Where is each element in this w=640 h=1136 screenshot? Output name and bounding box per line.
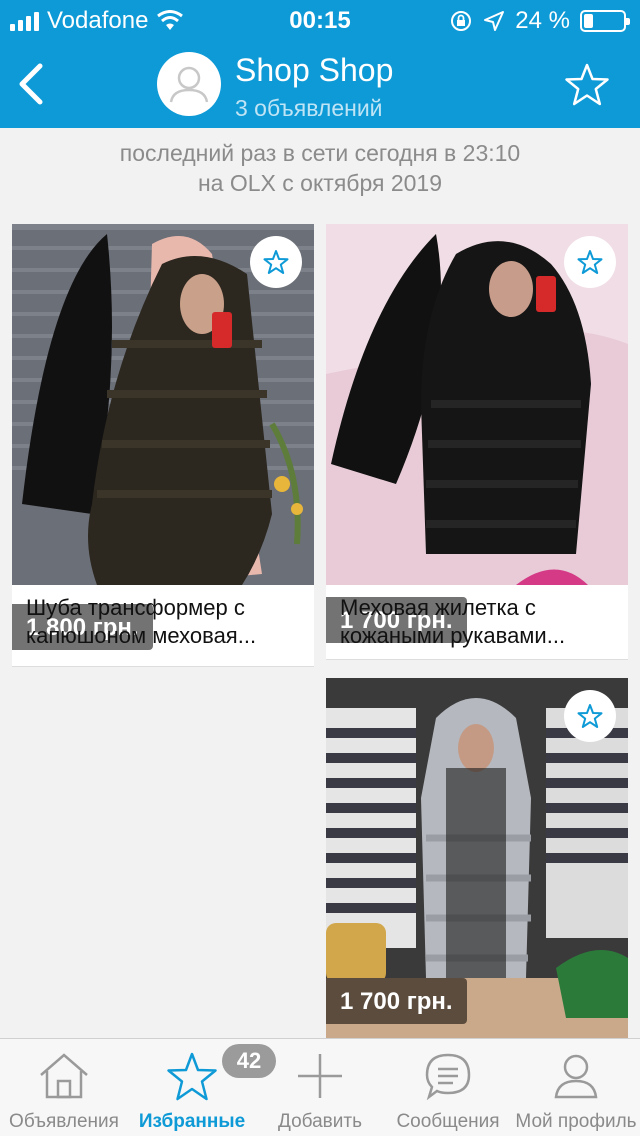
tab-profile[interactable]: Мой профиль — [512, 1039, 640, 1136]
listing-title[interactable]: Меховая жилетка с кожаными рукавами... — [340, 594, 618, 650]
favorite-seller-button[interactable] — [564, 62, 610, 108]
tab-label: Избранные — [138, 1111, 246, 1132]
battery-percent: 24 % — [515, 7, 570, 34]
tab-label: Сообщения — [396, 1111, 500, 1132]
ads-count: 3 объявлений — [235, 95, 383, 121]
house-icon — [40, 1053, 88, 1099]
favorites-count-badge: 42 — [222, 1044, 276, 1078]
tab-label: Добавить — [278, 1111, 362, 1132]
person-placeholder-icon — [169, 66, 209, 103]
person-icon — [554, 1054, 598, 1099]
tab-messages[interactable]: Сообщения — [384, 1039, 512, 1136]
listing-card[interactable]: 1 700 грн. Меховая жилетка с кожаными ру… — [326, 224, 628, 660]
header: Shop Shop 3 объявлений — [0, 40, 640, 128]
star-icon — [577, 704, 603, 728]
listing-price: 1 700 грн. — [326, 978, 467, 1024]
chat-icon — [425, 1053, 471, 1101]
star-icon — [263, 250, 289, 274]
member-since-line: на OLX с октября 2019 — [197, 170, 442, 196]
tab-bar: Объявления Избранные Добавить Сообщения … — [0, 1038, 640, 1136]
add-to-favorites-button[interactable] — [564, 690, 616, 742]
status-bar: Vodafone 00:15 24 % — [0, 0, 640, 40]
listing-title-line: капюшоном меховая... — [26, 623, 257, 648]
tab-label: Объявления — [9, 1111, 119, 1132]
avatar[interactable] — [157, 52, 221, 116]
add-to-favorites-button[interactable] — [250, 236, 302, 288]
listing-card[interactable]: 1 700 грн. — [326, 678, 628, 1038]
last-seen-line: последний раз в сети сегодня в 23:10 — [119, 140, 521, 166]
listing-title-line: Шуба трансформер с — [26, 595, 245, 620]
location-arrow-icon — [484, 11, 505, 31]
listing-title[interactable]: Шуба трансформер с капюшоном меховая... — [26, 594, 304, 650]
star-icon — [577, 250, 603, 274]
tab-label: Мой профиль — [515, 1111, 637, 1132]
tab-listings[interactable]: Объявления — [0, 1039, 128, 1136]
listing-card[interactable]: 1 800 грн. Шуба трансформер с капюшоном … — [12, 224, 314, 667]
star-icon — [167, 1052, 217, 1101]
back-button[interactable] — [12, 60, 52, 108]
listing-title-line: Меховая жилетка с — [340, 595, 536, 620]
plus-icon — [298, 1054, 342, 1098]
battery-icon — [580, 10, 630, 32]
listing-title-line: кожаными рукавами... — [340, 623, 566, 648]
add-to-favorites-button[interactable] — [564, 236, 616, 288]
shop-name: Shop Shop — [235, 52, 394, 88]
tab-add[interactable]: Добавить — [256, 1039, 384, 1136]
orientation-lock-icon — [451, 11, 472, 31]
last-seen-info: последний раз в сети сегодня в 23:10 на … — [0, 138, 640, 198]
